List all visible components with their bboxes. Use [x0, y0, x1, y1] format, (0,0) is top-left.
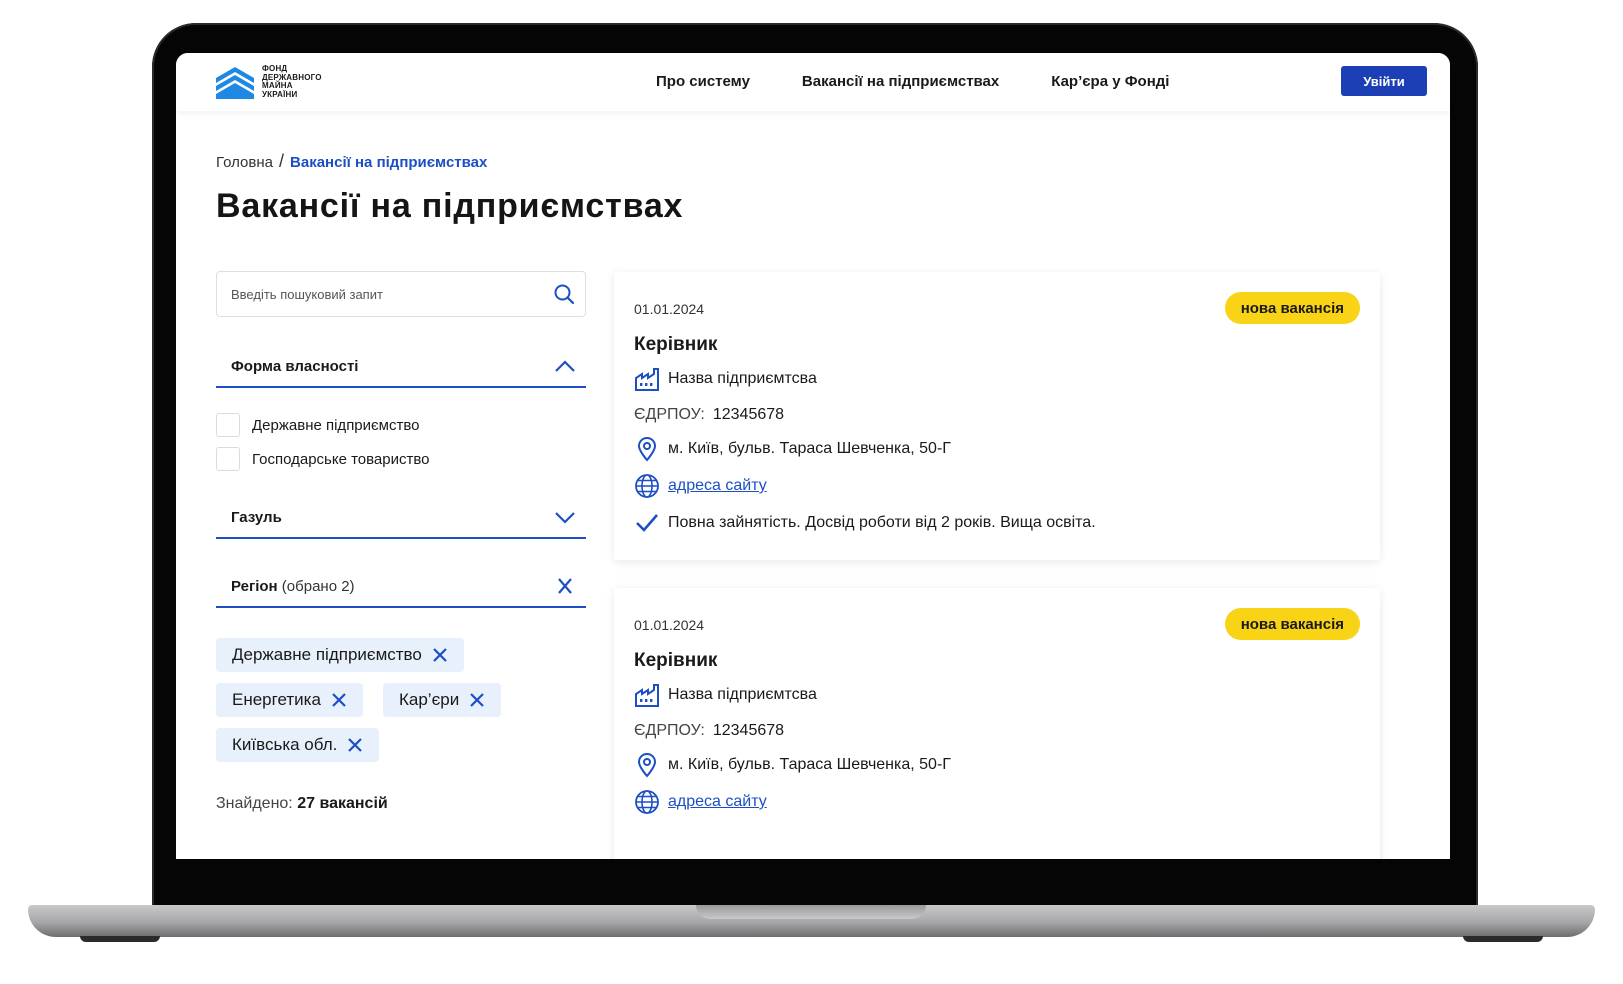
- edrpou-label: ЄДРПОУ:: [634, 406, 705, 423]
- checkbox[interactable]: [216, 413, 240, 437]
- vacancy-title[interactable]: Керівник: [634, 650, 717, 672]
- filter-region-count: (обрано 2): [281, 578, 355, 595]
- new-vacancy-badge: нова вакансія: [1224, 608, 1360, 640]
- website-row: адреса сайту: [634, 789, 767, 815]
- company-row: Назва підприємтсва: [634, 682, 817, 708]
- login-button[interactable]: Увійти: [1341, 66, 1427, 96]
- company-row: Назва підприємтсва: [634, 366, 817, 392]
- address-text: м. Київ, бульв. Тараса Шевченка, 50-Г: [668, 756, 951, 773]
- vacancy-date: 01.01.2024: [634, 301, 705, 317]
- laptop-notch: [696, 905, 926, 919]
- factory-icon: [635, 684, 659, 707]
- edrpou-row: ЄДРПОУ: 12345678: [634, 406, 784, 424]
- breadcrumb-current: Вакансії на підприємствах: [290, 154, 488, 171]
- edrpou-label: ЄДРПОУ:: [634, 722, 705, 739]
- results-count: Знайдено: 27 вакансій: [216, 795, 388, 813]
- address-row: м. Київ, бульв. Тараса Шевченка, 50-Г: [634, 436, 951, 462]
- address-text: м. Київ, бульв. Тараса Шевченка, 50-Г: [668, 440, 951, 457]
- company-name: Назва підприємтсва: [668, 370, 817, 387]
- search-icon[interactable]: [553, 283, 575, 305]
- results-count-value: 27 вакансій: [297, 795, 388, 812]
- checkbox-label: Державне підприємство: [252, 416, 420, 434]
- website-link[interactable]: адреса сайту: [668, 793, 767, 811]
- breadcrumb-separator: /: [279, 151, 285, 171]
- filter-region-header[interactable]: Регіон (обрано 2): [216, 566, 586, 608]
- main-nav: Про систему Вакансії на підприємствах Ка…: [656, 73, 1169, 90]
- logo-line: УКРАЇНИ: [262, 89, 298, 99]
- location-pin-icon: [637, 753, 657, 778]
- vacancy-title[interactable]: Керівник: [634, 334, 717, 356]
- company-name: Назва підприємтсва: [668, 686, 817, 703]
- close-icon[interactable]: [347, 737, 363, 753]
- breadcrumb: Головна / Вакансії на підприємствах: [216, 151, 487, 172]
- close-icon[interactable]: [432, 647, 448, 663]
- clear-icon[interactable]: [554, 578, 576, 594]
- logo-text: ФОНД ДЕРЖАВНОГО МАЙНА УКРАЇНИ: [262, 64, 322, 99]
- address-row: м. Київ, бульв. Тараса Шевченка, 50-Г: [634, 752, 951, 778]
- new-vacancy-badge: нова вакансія: [1224, 292, 1360, 324]
- checkbox[interactable]: [216, 447, 240, 471]
- chip-label: Державне підприємство: [232, 645, 422, 664]
- location-pin-icon: [637, 437, 657, 462]
- edrpou-value: 12345678: [712, 722, 785, 739]
- close-icon[interactable]: [331, 692, 347, 708]
- filter-chip: Державне підприємство: [216, 638, 464, 672]
- edrpou-value: 12345678: [712, 406, 785, 423]
- factory-icon: [635, 368, 659, 391]
- filter-chip: Енергетика: [216, 683, 363, 717]
- filter-chip: Київська обл.: [216, 728, 380, 762]
- chip-label: Кар’єри: [399, 690, 460, 709]
- chevron-down-icon[interactable]: [554, 509, 576, 525]
- laptop-foot-right: [1463, 936, 1543, 942]
- checkbox-business-company[interactable]: Господарське товариство: [216, 447, 430, 471]
- nav-career[interactable]: Кар’єра у Фонді: [1051, 73, 1169, 90]
- details-row: Повна зайнятість. Досвід роботи від 2 ро…: [634, 510, 1096, 536]
- vacancy-card[interactable]: 01.01.2024 нова вакансія Керівник Назва …: [614, 588, 1380, 859]
- logo-house-icon: [216, 67, 254, 99]
- chip-label: Київська обл.: [232, 735, 338, 754]
- globe-icon: [635, 474, 659, 498]
- laptop-foot-left: [80, 936, 160, 942]
- edrpou-row: ЄДРПОУ: 12345678: [634, 722, 784, 740]
- screen: ФОНД ДЕРЖАВНОГО МАЙНА УКРАЇНИ Про систем…: [176, 53, 1450, 859]
- vacancy-details: Повна зайнятість. Досвід роботи від 2 ро…: [668, 514, 1096, 531]
- filter-industry-label: Газуль: [231, 509, 282, 526]
- vacancy-card[interactable]: 01.01.2024 нова вакансія Керівник Назва …: [614, 272, 1380, 560]
- globe-icon: [635, 790, 659, 814]
- chip-label: Енергетика: [232, 690, 321, 709]
- website-link[interactable]: адреса сайту: [668, 477, 767, 495]
- checkbox-state-enterprise[interactable]: Державне підприємство: [216, 413, 420, 437]
- filter-industry-header[interactable]: Газуль: [216, 497, 586, 539]
- filter-chip: Кар’єри: [383, 683, 502, 717]
- website-row: адреса сайту: [634, 473, 767, 499]
- close-icon[interactable]: [469, 692, 485, 708]
- filter-ownership-label: Форма власності: [231, 358, 359, 375]
- site-header: ФОНД ДЕРЖАВНОГО МАЙНА УКРАЇНИ Про систем…: [176, 53, 1450, 111]
- logo[interactable]: ФОНД ДЕРЖАВНОГО МАЙНА УКРАЇНИ: [214, 64, 322, 100]
- search-box: [216, 271, 586, 317]
- breadcrumb-home[interactable]: Головна: [216, 154, 273, 171]
- filter-region-title: Регіон: [231, 578, 278, 595]
- filter-region-label: Регіон (обрано 2): [231, 578, 355, 595]
- nav-vacancies[interactable]: Вакансії на підприємствах: [802, 73, 999, 90]
- page-title: Вакансії на підприємствах: [216, 187, 684, 225]
- filter-ownership-header[interactable]: Форма власності: [216, 346, 586, 388]
- chevron-up-icon[interactable]: [554, 358, 576, 374]
- search-input[interactable]: [231, 272, 531, 316]
- nav-about[interactable]: Про систему: [656, 73, 750, 90]
- checkbox-label: Господарське товариство: [252, 450, 430, 468]
- check-icon: [636, 514, 658, 532]
- results-count-label: Знайдено:: [216, 795, 293, 812]
- vacancy-date: 01.01.2024: [634, 617, 705, 633]
